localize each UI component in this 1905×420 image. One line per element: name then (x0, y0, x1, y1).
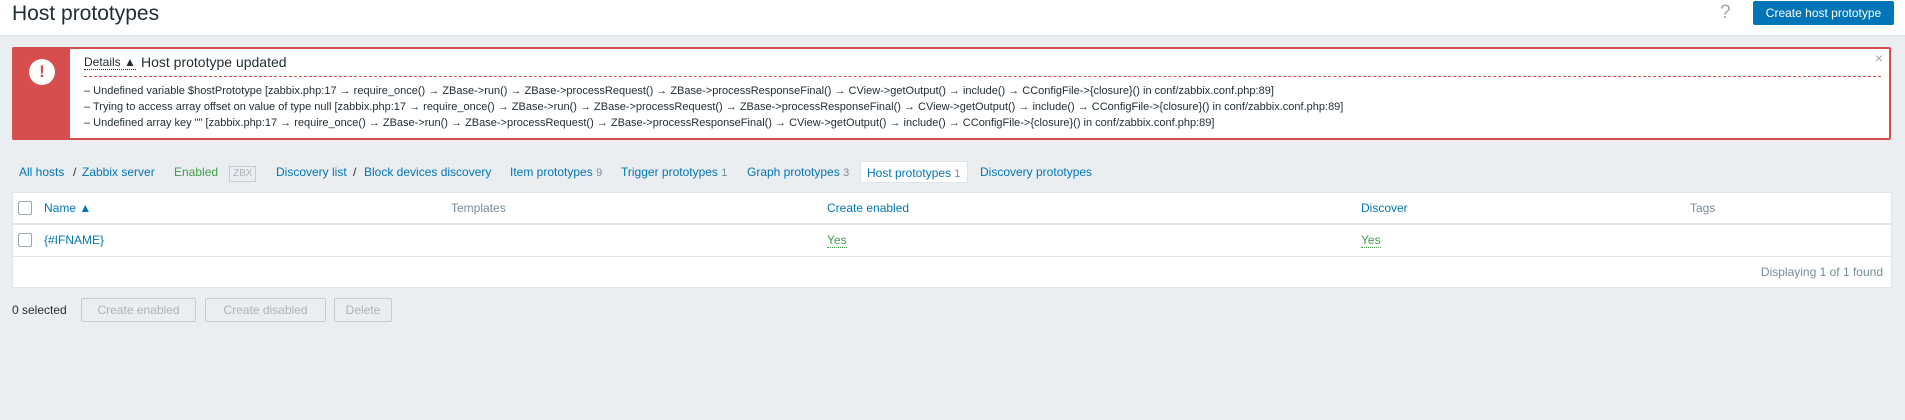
breadcrumb-discovery-rule[interactable]: Block devices discovery (364, 161, 491, 183)
error-message-box: ! Details ▲ Host prototype updated – Und… (12, 47, 1891, 140)
message-detail-line: – Trying to access array offset on value… (84, 101, 1344, 113)
tab-graph-prototypes[interactable]: Graph prototypes 3 (747, 161, 849, 183)
message-details-list: – Undefined variable $hostPrototype [zab… (84, 83, 1343, 131)
row-create-enabled-toggle[interactable]: Yes (827, 225, 847, 255)
breadcrumb-discovery-list[interactable]: Discovery list (276, 161, 347, 183)
breadcrumb-separator: / (73, 165, 77, 179)
message-divider (84, 76, 1881, 77)
zbx-badge: ZBX (229, 161, 257, 183)
column-header-templates: Templates (451, 201, 506, 215)
create-disabled-button[interactable]: Create disabled (205, 298, 326, 322)
status-badge[interactable]: Enabled (174, 161, 218, 183)
message-side-bar: ! (14, 49, 70, 138)
help-icon[interactable]: ? (1720, 2, 1731, 24)
close-icon[interactable]: × (1875, 50, 1883, 66)
column-header-create-enabled[interactable]: Create enabled (827, 193, 909, 223)
create-host-prototype-button[interactable]: Create host prototype (1753, 1, 1894, 25)
page-title: Host prototypes (12, 2, 160, 25)
row-checkbox[interactable] (18, 233, 32, 247)
results-count: Displaying 1 of 1 found (1760, 265, 1883, 279)
message-title: Host prototype updated (141, 54, 287, 70)
message-detail-line: – Undefined variable $hostPrototype [zab… (84, 85, 1274, 97)
table-header: Name ▲ Templates Create enabled Discover… (13, 193, 1891, 225)
tab-trigger-prototypes[interactable]: Trigger prototypes 1 (621, 161, 727, 183)
row-discover-toggle[interactable]: Yes (1361, 225, 1381, 255)
delete-button[interactable]: Delete (334, 298, 392, 322)
row-name-link[interactable]: {#IFNAME} (44, 225, 104, 255)
column-header-discover[interactable]: Discover (1361, 193, 1408, 223)
message-detail-line: – Undefined array key "" [zabbix.php:17 … (84, 117, 1215, 129)
exclamation-icon: ! (29, 59, 55, 85)
breadcrumb-separator: / (353, 165, 357, 179)
column-header-name[interactable]: Name ▲ (44, 193, 91, 223)
page: Host prototypes ? Create host prototype … (0, 0, 1905, 420)
table-row: {#IFNAME} Yes Yes (13, 225, 1891, 257)
breadcrumb-host[interactable]: Zabbix server (82, 161, 155, 183)
create-enabled-button[interactable]: Create enabled (81, 298, 196, 322)
column-header-tags: Tags (1690, 201, 1716, 215)
breadcrumb-all-hosts[interactable]: All hosts (19, 161, 64, 183)
tab-discovery-prototypes[interactable]: Discovery prototypes (980, 161, 1092, 183)
selected-count: 0 selected (12, 303, 67, 317)
select-all-checkbox[interactable] (18, 201, 32, 215)
host-prototypes-table: Name ▲ Templates Create enabled Discover… (12, 192, 1892, 288)
tab-item-prototypes[interactable]: Item prototypes 9 (510, 161, 602, 183)
page-header: Host prototypes ? Create host prototype (0, 0, 1905, 36)
tab-host-prototypes[interactable]: Host prototypes 1 (860, 161, 968, 183)
details-toggle[interactable]: Details ▲ (84, 55, 136, 70)
